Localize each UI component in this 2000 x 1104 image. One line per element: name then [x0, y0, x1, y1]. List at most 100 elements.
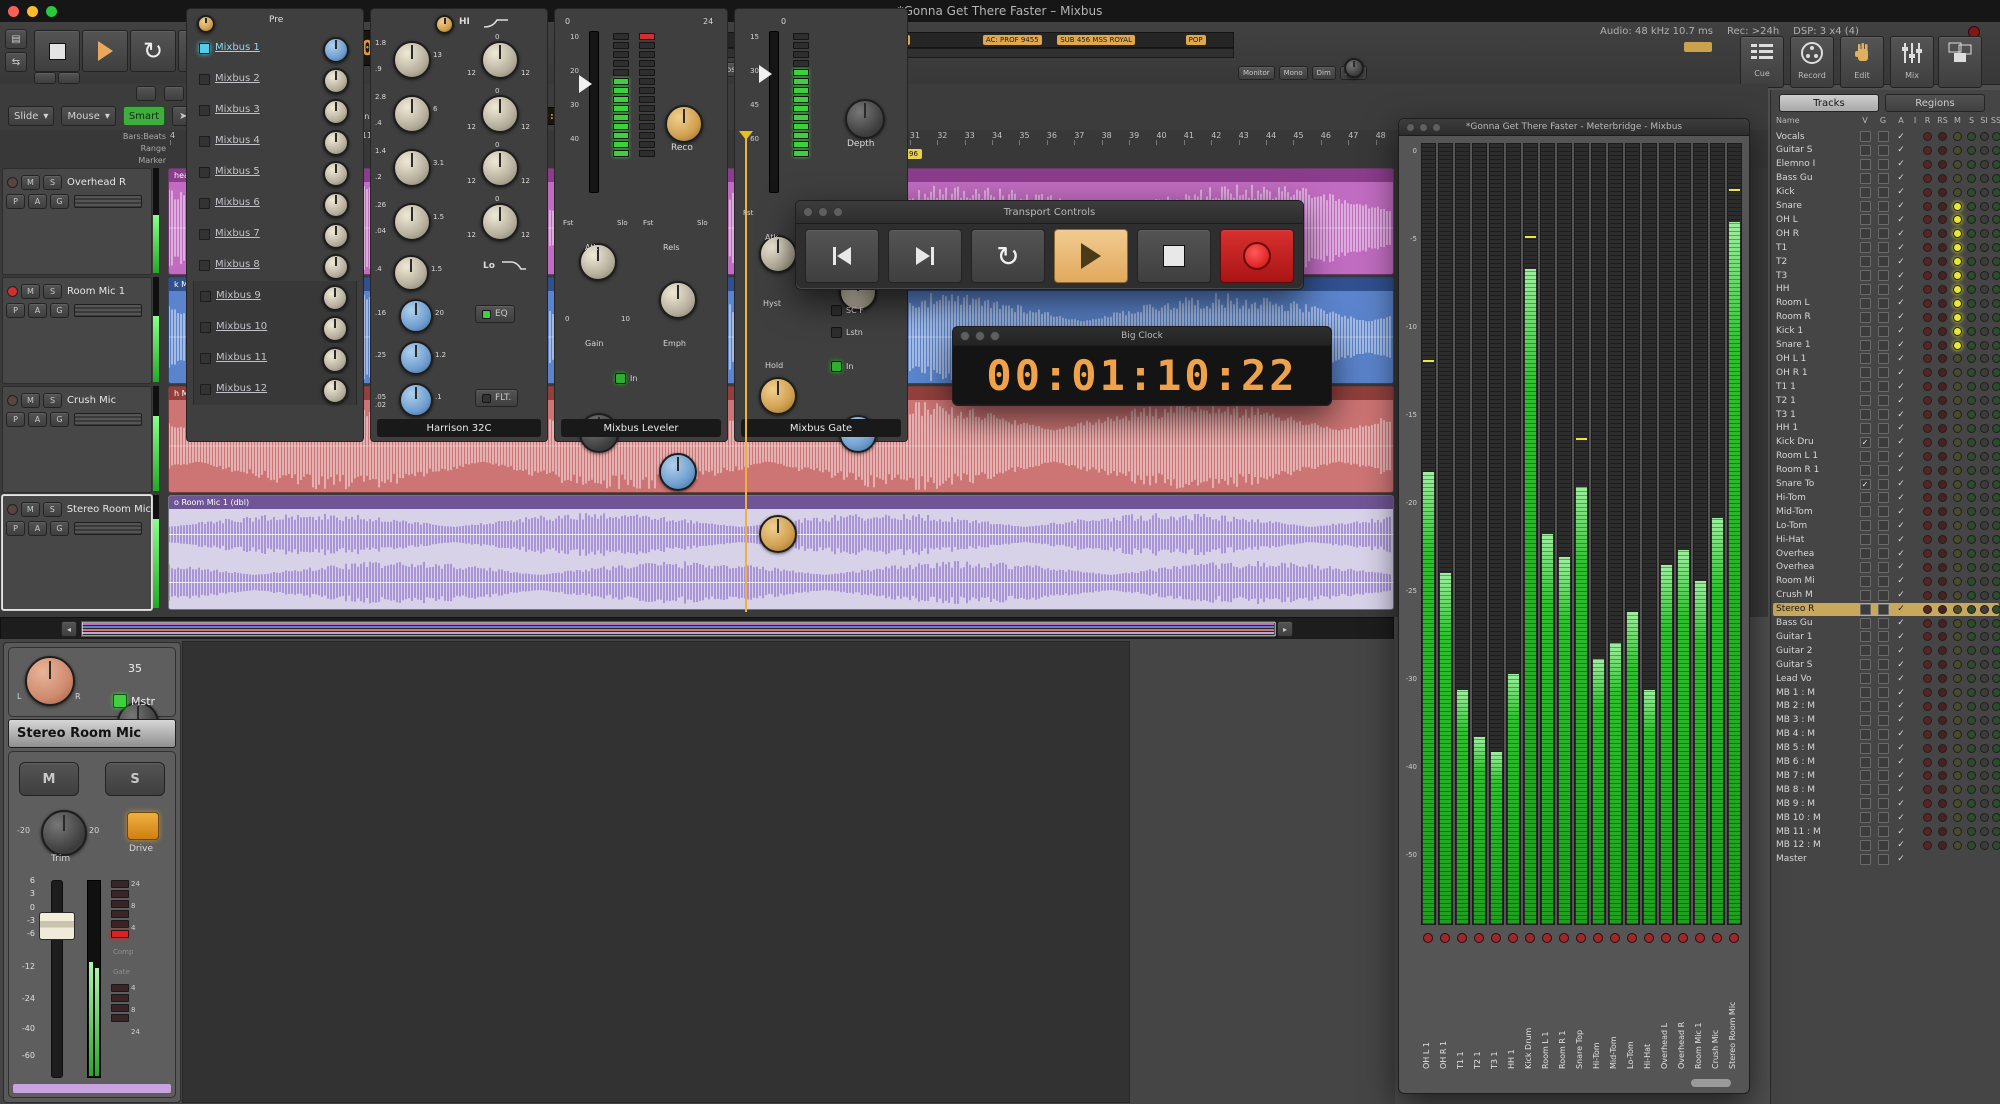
- ruler-bar-number[interactable]: 37: [1074, 131, 1084, 140]
- row-solo-dot[interactable]: [1965, 841, 1978, 850]
- send-level-knob[interactable]: [323, 99, 349, 125]
- tab-regions[interactable]: Regions: [1885, 94, 1985, 112]
- row-solo-dot[interactable]: [1965, 674, 1978, 683]
- row-solosafe-dot[interactable]: [1990, 619, 2000, 628]
- row-solo-dot[interactable]: [1965, 785, 1978, 794]
- row-active-check[interactable]: ✓: [1892, 271, 1910, 281]
- row-solo-dot[interactable]: [1965, 438, 1978, 447]
- row-active-check[interactable]: ✓: [1892, 187, 1910, 197]
- play-transport-button[interactable]: [1054, 229, 1128, 283]
- row-soloiso-dot[interactable]: [1978, 688, 1990, 697]
- row-rec-dot[interactable]: [1920, 660, 1935, 669]
- row-rec-dot[interactable]: [1920, 841, 1935, 850]
- row-mute-dot[interactable]: [1950, 215, 1965, 224]
- row-active-check[interactable]: ✓: [1892, 410, 1910, 420]
- row-mute-dot[interactable]: [1950, 132, 1965, 141]
- track-list-row[interactable]: HH✓: [1773, 283, 1999, 296]
- row-visible-checkbox[interactable]: [1856, 854, 1874, 865]
- row-mute-dot[interactable]: [1950, 368, 1965, 377]
- row-visible-checkbox[interactable]: [1856, 131, 1874, 142]
- row-solo-dot[interactable]: [1965, 688, 1978, 697]
- row-solosafe-dot[interactable]: [1990, 132, 2000, 141]
- send-led[interactable]: [199, 105, 210, 116]
- row-group-checkbox[interactable]: [1874, 312, 1892, 323]
- row-solosafe-dot[interactable]: [1990, 257, 2000, 266]
- row-recsafe-dot[interactable]: [1935, 382, 1950, 391]
- send-name[interactable]: Mixbus 2: [215, 73, 260, 84]
- row-active-check[interactable]: ✓: [1892, 493, 1910, 503]
- row-solo-dot[interactable]: [1965, 521, 1978, 530]
- row-recsafe-dot[interactable]: [1935, 438, 1950, 447]
- meter-channel-label[interactable]: Mid-Tom: [1609, 939, 1623, 1069]
- fader-track[interactable]: [51, 880, 63, 1078]
- meter-channel-label[interactable]: OH L 1: [1422, 939, 1436, 1069]
- eq-hi-knob[interactable]: [435, 15, 454, 34]
- row-recsafe-dot[interactable]: [1935, 396, 1950, 405]
- meter-channel-label[interactable]: Kick Drum: [1524, 939, 1538, 1069]
- row-solo-dot[interactable]: [1965, 285, 1978, 294]
- track-list-row[interactable]: OH R✓: [1773, 227, 1999, 240]
- row-rec-dot[interactable]: [1920, 605, 1935, 614]
- eq-freq-knob[interactable]: [393, 203, 431, 241]
- track-list-row[interactable]: Overhea✓: [1773, 547, 1999, 560]
- row-solosafe-dot[interactable]: [1990, 605, 2000, 614]
- row-visible-checkbox[interactable]: [1856, 701, 1874, 712]
- row-recsafe-dot[interactable]: [1935, 354, 1950, 363]
- row-mute-dot[interactable]: [1950, 271, 1965, 280]
- row-solo-dot[interactable]: [1965, 299, 1978, 308]
- row-group-checkbox[interactable]: [1874, 423, 1892, 434]
- row-visible-checkbox[interactable]: [1856, 548, 1874, 559]
- send-led[interactable]: [199, 198, 210, 209]
- row-solosafe-dot[interactable]: [1990, 827, 2000, 836]
- track-list-row[interactable]: Vocals✓: [1773, 130, 1999, 143]
- row-soloiso-dot[interactable]: [1978, 632, 1990, 641]
- row-group-checkbox[interactable]: [1874, 784, 1892, 795]
- column-header-si[interactable]: SI: [1978, 114, 1990, 127]
- row-mute-dot[interactable]: [1950, 146, 1965, 155]
- row-solosafe-dot[interactable]: [1990, 313, 2000, 322]
- row-mute-dot[interactable]: [1950, 799, 1965, 808]
- row-mute-dot[interactable]: [1950, 507, 1965, 516]
- track-list-row[interactable]: MB 9 : M✓: [1773, 797, 1999, 810]
- row-mute-dot[interactable]: [1950, 410, 1965, 419]
- row-visible-checkbox[interactable]: [1856, 534, 1874, 545]
- row-group-checkbox[interactable]: [1874, 353, 1892, 364]
- track-solo-button[interactable]: S: [43, 393, 62, 408]
- row-solo-dot[interactable]: [1965, 799, 1978, 808]
- gate-in-led[interactable]: [831, 361, 842, 372]
- send-name[interactable]: Mixbus 9: [216, 290, 261, 301]
- stop-button[interactable]: [34, 30, 80, 72]
- row-visible-checkbox[interactable]: [1856, 757, 1874, 768]
- row-rec-dot[interactable]: [1920, 368, 1935, 377]
- meter-channel-label[interactable]: Snare Top: [1575, 939, 1589, 1069]
- row-active-check[interactable]: ✓: [1892, 757, 1910, 767]
- row-solo-dot[interactable]: [1965, 257, 1978, 266]
- track-list-row[interactable]: MB 8 : M✓: [1773, 783, 1999, 796]
- row-mute-dot[interactable]: [1950, 480, 1965, 489]
- window-stack-button[interactable]: [1938, 36, 1982, 88]
- row-recsafe-dot[interactable]: [1935, 730, 1950, 739]
- track-list-row[interactable]: Hi-Hat✓: [1773, 533, 1999, 546]
- monitor-dim-button[interactable]: Dim: [1312, 66, 1336, 80]
- column-header-a[interactable]: A: [1892, 114, 1910, 127]
- row-rec-dot[interactable]: [1920, 229, 1935, 238]
- row-active-check[interactable]: ✓: [1892, 813, 1910, 823]
- track-gain-slider[interactable]: [74, 413, 142, 426]
- send-led[interactable]: [200, 291, 211, 302]
- row-soloiso-dot[interactable]: [1978, 605, 1990, 614]
- row-solosafe-dot[interactable]: [1990, 660, 2000, 669]
- row-solo-dot[interactable]: [1965, 146, 1978, 155]
- row-visible-checkbox[interactable]: [1856, 367, 1874, 378]
- row-active-check[interactable]: ✓: [1892, 145, 1910, 155]
- row-group-checkbox[interactable]: [1874, 618, 1892, 629]
- row-recsafe-dot[interactable]: [1935, 271, 1950, 280]
- row-group-checkbox[interactable]: [1874, 604, 1892, 615]
- row-solosafe-dot[interactable]: [1990, 382, 2000, 391]
- row-recsafe-dot[interactable]: [1935, 299, 1950, 308]
- track-p-button[interactable]: P: [6, 194, 25, 209]
- row-group-checkbox[interactable]: [1874, 562, 1892, 573]
- row-active-check[interactable]: ✓: [1892, 396, 1910, 406]
- row-group-checkbox[interactable]: [1874, 159, 1892, 170]
- row-visible-checkbox[interactable]: [1856, 826, 1874, 837]
- row-rec-dot[interactable]: [1920, 313, 1935, 322]
